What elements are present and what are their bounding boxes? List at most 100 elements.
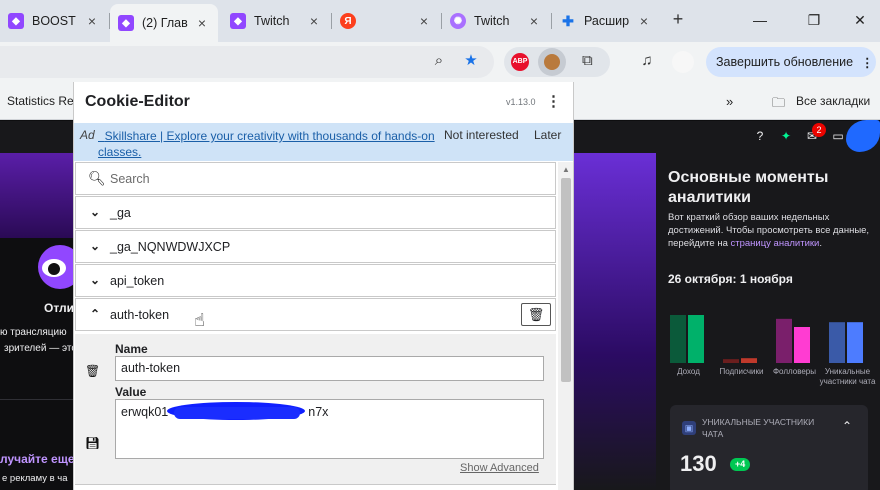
cookie-row-ga[interactable]: ⌄ _ga [75, 196, 556, 229]
ad-link[interactable]: Skillshare | Explore your creativity wit… [98, 128, 438, 160]
chart-bar-curr-2[interactable] [794, 327, 810, 363]
cookie-editor-popup: Cookie-Editor v1.13.0 ⋮ Ad Skillshare | … [73, 82, 574, 490]
more-bookmarks-chevron-icon[interactable]: » [726, 94, 733, 109]
chevron-up-icon[interactable]: ⌃ [842, 419, 852, 433]
chart-bar-curr-1[interactable] [741, 358, 757, 363]
chevron-down-icon: ⌄ [89, 273, 101, 287]
popup-menu-icon[interactable]: ⋮ [546, 92, 561, 112]
chart-bar-curr-0[interactable] [688, 315, 704, 363]
close-window-icon[interactable]: ✕ [852, 12, 868, 28]
scrollbar[interactable]: ▲ [558, 162, 573, 490]
save-icon[interactable]: 💾︎ [85, 436, 100, 450]
card-label: УНИКАЛЬНЫЕ УЧАСТНИКИ ЧАТА [702, 417, 815, 439]
cookie-icon [544, 54, 560, 70]
not-interested-button[interactable]: Not interested [444, 128, 519, 142]
cookie-name: _ga [110, 206, 131, 220]
scrollbar-thumb[interactable] [561, 178, 571, 382]
extensions-group: ABP ⧉ [504, 47, 610, 77]
chart-category-label: Уникальные участники чата [819, 367, 876, 386]
zoom-icon[interactable]: ⌕ [430, 52, 448, 70]
all-bookmarks-button[interactable]: Все закладки [796, 94, 870, 108]
popup-header: Cookie-Editor v1.13.0 ⋮ [74, 82, 573, 122]
finish-update-button[interactable]: Завершить обновление ⋮ [706, 47, 876, 77]
cookie-row-ga-nq[interactable]: ⌄ _ga_NQNWDWJXCP [75, 230, 556, 263]
chart-bar-prev-0[interactable] [670, 315, 686, 363]
cookie-name: _ga_NQNWDWJXCP [110, 240, 231, 254]
hand-cursor-icon: ☝︎ [194, 310, 205, 330]
show-advanced-link[interactable]: Show Advanced [460, 462, 539, 474]
name-field[interactable]: auth-token [115, 356, 544, 381]
twitch-favicon-icon: ◆ [8, 13, 24, 29]
chevron-down-icon: ⌄ [89, 239, 101, 253]
search-input[interactable] [110, 167, 540, 191]
analytics-highlights-panel: Основные моменты аналитики Вот краткий о… [656, 153, 880, 490]
promo-banner [0, 153, 73, 238]
tab-twitch-2[interactable]: ✺ Twitch × [442, 6, 550, 36]
promo-text-1: ю трансляцию [0, 327, 67, 338]
whispers-icon[interactable]: ▭ [830, 128, 846, 144]
close-tab-icon[interactable]: × [416, 13, 432, 29]
chart-bar-prev-1[interactable] [723, 359, 739, 363]
later-button[interactable]: Later [534, 128, 561, 142]
chart-bar-prev-2[interactable] [776, 318, 792, 363]
close-tab-icon[interactable]: × [526, 13, 542, 29]
bookmark-statistics[interactable]: Statistics Rep [7, 94, 80, 108]
next-cookie-row[interactable] [75, 484, 556, 490]
value-label: Value [115, 385, 147, 399]
tab-extensions[interactable]: ✚ Расшир × [552, 6, 660, 36]
chart-category-label: Доход [677, 367, 700, 376]
tab-yandex[interactable]: Я × [332, 6, 440, 36]
version-label: v1.13.0 [506, 97, 536, 107]
twitch-left-content: Отли ю трансляцию зрителей — это лучайте… [0, 153, 73, 490]
tab-boost[interactable]: ◆ BOOST × [0, 6, 108, 36]
search-row: 🔍︎ [75, 162, 556, 195]
twitch-favicon-icon: ◆ [118, 15, 134, 31]
address-bar[interactable] [0, 46, 494, 78]
promo-cta[interactable]: лучайте еще [0, 452, 73, 466]
search-icon: 🔍︎ [88, 170, 106, 186]
description-end: . [819, 238, 822, 249]
profile-avatar[interactable] [672, 51, 694, 73]
popup-title: Cookie-Editor [85, 93, 190, 110]
scroll-up-arrow-icon[interactable]: ▲ [562, 165, 570, 174]
analytics-link[interactable]: страницу аналитики [731, 238, 820, 249]
yandex-favicon-icon: Я [340, 13, 356, 29]
extensions-puzzle-icon[interactable]: ⧉ [582, 52, 593, 69]
cookie-editor-extension-button[interactable] [538, 48, 566, 76]
cookie-name: auth-token [110, 308, 170, 322]
chat-shield-icon: ▣ [682, 421, 696, 435]
notification-badge: 2 [812, 123, 826, 137]
minimize-icon[interactable]: — [752, 12, 768, 28]
bookmark-star-icon[interactable]: ★ [462, 52, 480, 70]
twitch-favicon-icon: ◆ [230, 13, 246, 29]
trash-icon: 🗑︎ [527, 307, 545, 322]
delete-cookie-button[interactable]: 🗑︎ [521, 303, 551, 326]
promo-text-2: зрителей — это [4, 343, 73, 354]
tab-twitch-home[interactable]: ◆ (2) Глав × [110, 4, 218, 42]
close-tab-icon[interactable]: × [636, 13, 652, 29]
ad-link-text[interactable]: Skillshare | Explore your creativity wit… [98, 129, 435, 159]
highlights-description: Вот краткий обзор ваших недельных достиж… [668, 211, 873, 250]
twitch-glitch-favicon-icon: ✺ [450, 13, 466, 29]
chart-bar-prev-3[interactable] [829, 322, 845, 363]
tab-label: BOOST [32, 14, 76, 28]
cookie-row-api-token[interactable]: ⌄ api_token [75, 264, 556, 297]
close-tab-icon[interactable]: × [306, 13, 322, 29]
help-icon[interactable]: ? [752, 128, 768, 144]
trash-icon[interactable]: 🗑︎ [85, 364, 100, 378]
close-tab-icon[interactable]: × [84, 13, 100, 29]
new-tab-button[interactable]: + [668, 10, 688, 30]
unique-chatters-card[interactable]: ▣ УНИКАЛЬНЫЕ УЧАСТНИКИ ЧАТА ⌃ 130 +4 [670, 405, 868, 490]
twitch-banner-strip [574, 153, 656, 490]
promo-title: Отли [44, 301, 73, 315]
tab-twitch[interactable]: ◆ Twitch × [222, 6, 330, 36]
restore-icon[interactable]: ❐ [806, 12, 822, 28]
close-tab-icon[interactable]: × [194, 15, 210, 31]
adblock-icon[interactable]: ABP [511, 53, 529, 71]
media-control-icon[interactable]: ♫ [638, 52, 656, 70]
card-delta-badge: +4 [730, 458, 751, 471]
update-label: Завершить обновление [716, 55, 854, 69]
cookie-row-auth-token[interactable]: ⌃ auth-token 🗑︎ [75, 298, 556, 331]
chart-bar-curr-3[interactable] [847, 322, 863, 363]
sparkle-icon[interactable]: ✦ [778, 128, 794, 144]
